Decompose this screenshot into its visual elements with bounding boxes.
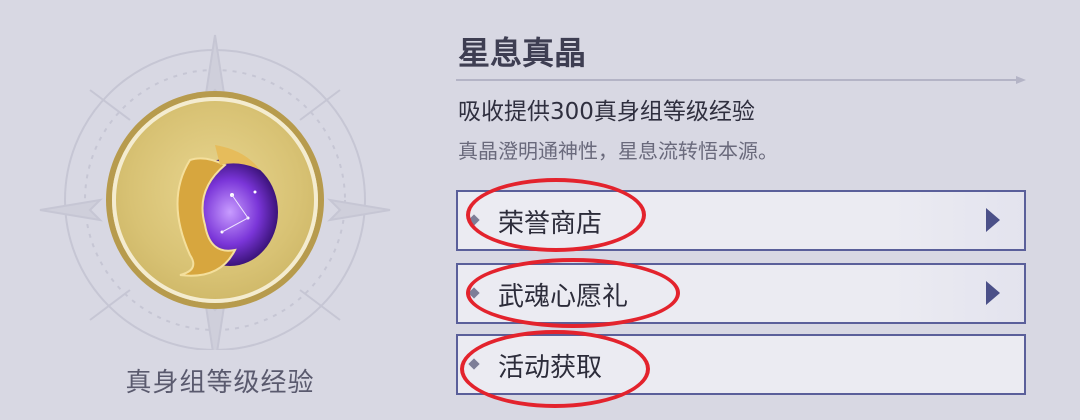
crystal-orb-icon — [176, 145, 278, 277]
item-effect: 吸收提供300真身组等级经验 — [458, 99, 755, 125]
diamond-bullet-icon — [468, 214, 480, 226]
arrow-zone — [894, 192, 1024, 249]
source-label: 武魂心愿礼 — [498, 282, 629, 312]
item-flavor-text: 真晶澄明通神性，星息流转悟本源。 — [458, 139, 778, 163]
source-label: 活动获取 — [498, 353, 603, 383]
source-button-event[interactable]: 活动获取 — [456, 334, 1026, 395]
arrow-zone — [894, 265, 1024, 322]
title-divider — [456, 76, 1026, 84]
source-button-honor-shop[interactable]: 荣誉商店 — [456, 190, 1026, 251]
item-title: 星息真晶 — [458, 34, 587, 72]
source-button-wish-gift[interactable]: 武魂心愿礼 — [456, 263, 1026, 324]
item-caption: 真身组等级经验 — [125, 368, 315, 398]
item-icon-panel: 真身组等级经验 — [0, 0, 440, 420]
diamond-bullet-icon — [468, 287, 480, 299]
play-arrow-icon[interactable] — [986, 281, 1000, 305]
diamond-bullet-icon — [468, 358, 480, 370]
source-label: 荣誉商店 — [498, 209, 603, 239]
play-arrow-icon[interactable] — [986, 208, 1000, 232]
